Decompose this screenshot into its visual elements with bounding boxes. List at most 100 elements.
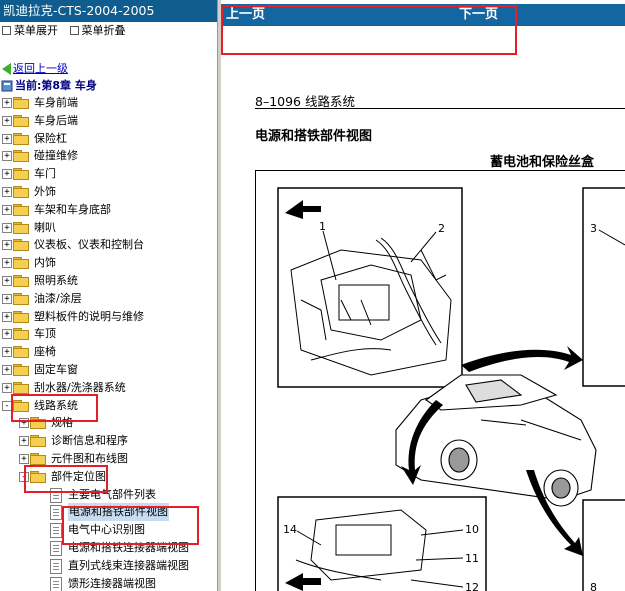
folder-icon — [30, 435, 46, 448]
folder-icon — [13, 310, 29, 323]
tree-node[interactable]: + 诊断信息和程序 — [0, 432, 216, 450]
expand-toggle-icon[interactable]: + — [2, 204, 12, 215]
highlight-box-wiring-system — [11, 394, 98, 422]
folder-icon — [13, 97, 29, 109]
tree-node-label[interactable]: 油漆/涂层 — [34, 290, 82, 308]
expand-toggle-icon[interactable]: + — [2, 258, 12, 269]
back-arrow-icon[interactable] — [2, 63, 11, 75]
expand-toggle-icon[interactable]: + — [2, 275, 12, 286]
panel-title: 凯迪拉克-CTS-2004-2005 — [0, 0, 217, 22]
tree-node[interactable]: + 保险杠 — [0, 130, 216, 148]
inset-trunk — [582, 187, 625, 387]
tree-node[interactable]: + 油漆/涂层 — [0, 290, 216, 308]
folder-icon — [13, 346, 29, 359]
folder-icon — [13, 328, 29, 341]
back-row: 返回上一级 — [2, 60, 68, 76]
expand-toggle-icon[interactable]: + — [2, 347, 12, 358]
document-icon — [50, 576, 62, 591]
expand-toggle-icon[interactable]: + — [2, 98, 12, 108]
tree-node[interactable]: + 车顶 — [0, 325, 216, 343]
tree-node-label[interactable]: 碰撞维修 — [34, 147, 78, 165]
tree-node[interactable]: + 仪表板、仪表和控制台 — [0, 236, 216, 254]
folder-icon — [30, 452, 46, 465]
inset-rear — [582, 499, 625, 591]
tree-node[interactable]: + 照明系统 — [0, 272, 216, 290]
navigation-panel: 凯迪拉克-CTS-2004-2005 菜单展开 菜单折叠 返回上一级 当前:第8… — [0, 0, 218, 591]
tree-node[interactable]: + 车门 — [0, 165, 216, 183]
tree-node-label[interactable]: 直列式线束连接器端视图 — [68, 557, 189, 575]
tree-node[interactable]: + 车身前端 — [0, 94, 216, 112]
tree-node-label[interactable]: 车顶 — [34, 325, 56, 343]
tree-node[interactable]: + 车架和车身底部 — [0, 201, 216, 219]
callout-1: 1 — [319, 220, 326, 233]
folder-icon — [13, 292, 29, 305]
folder-icon — [13, 363, 29, 376]
callout-8: 8 — [590, 581, 597, 591]
highlight-box-component-locator — [24, 465, 108, 493]
tree-node[interactable]: + 喇叭 — [0, 219, 216, 237]
callout-11: 11 — [465, 552, 479, 565]
tree-node-label[interactable]: 车架和车身底部 — [34, 201, 111, 219]
tree-node-label[interactable]: 照明系统 — [34, 272, 78, 290]
highlight-box-power-ground-views — [62, 506, 199, 545]
expand-toggle-icon[interactable]: + — [2, 293, 12, 304]
folder-icon — [13, 239, 29, 252]
expand-toggle-icon[interactable]: + — [2, 186, 12, 197]
book-icon — [1, 80, 13, 92]
tree-node[interactable]: + 内饰 — [0, 254, 216, 272]
expand-toggle-icon[interactable]: + — [19, 436, 29, 447]
tree-node-label[interactable]: 喇叭 — [34, 219, 56, 237]
expand-toggle-icon[interactable]: + — [2, 382, 12, 393]
tree-node[interactable]: + 座椅 — [0, 343, 216, 361]
current-chapter: 当前:第8章 车身 — [0, 77, 97, 93]
tree-node-label[interactable]: 保险杠 — [34, 130, 67, 148]
tree-node-label[interactable]: 座椅 — [34, 343, 56, 361]
expand-toggle-icon[interactable]: + — [2, 169, 12, 180]
tree-node-label[interactable]: 外饰 — [34, 183, 56, 201]
tree-node-label[interactable]: 诊断信息和程序 — [51, 432, 128, 450]
expand-toggle-icon[interactable]: + — [2, 115, 12, 126]
tree-node-label[interactable]: 车身前端 — [34, 94, 78, 112]
back-link[interactable]: 返回上一级 — [13, 62, 68, 75]
callout-10: 10 — [465, 523, 479, 536]
expand-toggle-icon[interactable]: + — [2, 364, 12, 375]
square-icon — [69, 25, 79, 35]
tree-node-label[interactable]: 内饰 — [34, 254, 56, 272]
tree-node[interactable]: 馈形连接器端视图 — [0, 575, 216, 591]
folder-icon — [13, 203, 29, 216]
document-icon — [50, 558, 62, 574]
tree-node[interactable]: + 车身后端 — [0, 112, 216, 130]
callout-3: 3 — [590, 222, 597, 235]
expand-toggle-icon[interactable]: + — [2, 329, 12, 340]
folder-icon — [13, 185, 29, 198]
inset-fuse-box — [277, 496, 487, 591]
expand-toggle-icon[interactable]: + — [19, 453, 29, 464]
folder-icon — [13, 150, 29, 163]
document-view: 上一页 下一页 8–1096 线路系统 电源和搭铁部件视图 蓄电池和保险丝盒 1… — [221, 0, 625, 591]
tree-node[interactable]: 直列式线束连接器端视图 — [0, 557, 216, 575]
expand-toggle-icon[interactable]: + — [2, 151, 12, 162]
menu-expand-button[interactable]: 菜单展开 — [2, 22, 58, 40]
expand-toggle-icon[interactable]: + — [2, 222, 12, 233]
folder-icon — [13, 221, 29, 234]
tree-node-label[interactable]: 车身后端 — [34, 112, 78, 130]
expand-toggle-icon[interactable]: + — [2, 311, 12, 322]
expand-toggle-icon[interactable]: + — [2, 133, 12, 144]
tree-node-label[interactable]: 车门 — [34, 165, 56, 183]
car-outline — [395, 374, 597, 507]
tree-node[interactable]: + 外饰 — [0, 183, 216, 201]
menu-collapse-button[interactable]: 菜单折叠 — [69, 22, 126, 40]
callout-2: 2 — [438, 222, 445, 235]
tree-node-label[interactable]: 固定车窗 — [34, 361, 78, 379]
folder-icon — [13, 132, 29, 145]
tree-node-label[interactable]: 馈形连接器端视图 — [68, 575, 156, 591]
tree-node-label[interactable]: 仪表板、仪表和控制台 — [34, 236, 144, 254]
document-icon — [50, 523, 62, 539]
tree-node[interactable]: + 固定车窗 — [0, 361, 216, 379]
tree-node[interactable]: + 碰撞维修 — [0, 147, 216, 165]
expand-toggle-icon[interactable]: + — [2, 240, 12, 251]
folder-icon — [13, 257, 29, 270]
tree-node[interactable]: + 塑料板件的说明与维修 — [0, 308, 216, 326]
tree-node-label[interactable]: 塑料板件的说明与维修 — [34, 308, 144, 326]
menu-row: 菜单展开 菜单折叠 — [0, 22, 217, 40]
